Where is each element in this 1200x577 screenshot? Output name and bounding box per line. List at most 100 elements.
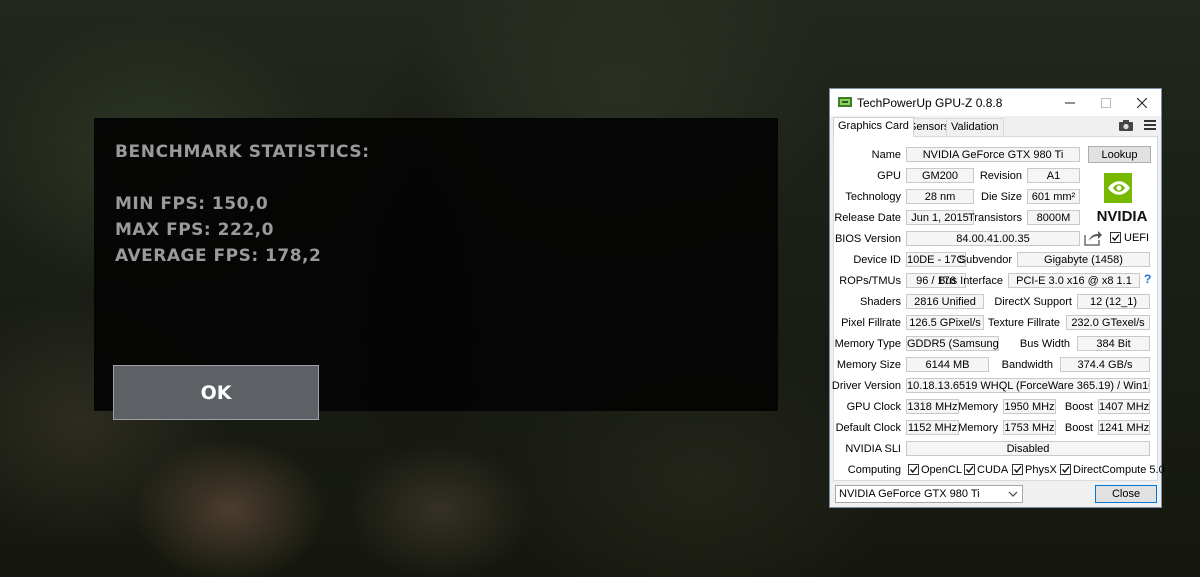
technology-label: Technology [845,191,901,203]
share-icon[interactable] [1084,230,1102,246]
nvidia-eye-icon: NVIDIA [1097,173,1148,225]
gpu-label: GPU [877,170,901,182]
default-boost-field: 1241 MHz [1098,420,1150,435]
shaders-label: Shaders [860,296,901,308]
name-field: NVIDIA GeForce GTX 980 Ti [906,147,1080,162]
directx-label: DirectX Support [994,296,1072,308]
gpu-memory-clock-field: 1950 MHz [1003,399,1056,414]
nvidia-logo: NVIDIA [1086,167,1158,225]
max-fps-stat: MAX FPS: 222,0 [115,220,274,240]
technology-field: 28 nm [906,189,974,204]
minimize-button[interactable] [1052,89,1088,116]
gpu-select-value: NVIDIA GeForce GTX 980 Ti [839,488,980,500]
opencl-label: OpenCL [921,464,962,476]
close-icon [1137,97,1147,108]
gpuz-app-icon [838,97,852,107]
pixel-fillrate-field: 126.5 GPixel/s [906,315,984,330]
driver-version-field: 10.18.13.6519 WHQL (ForceWare 365.19) / … [906,378,1150,393]
transistors-field: 8000M [1027,210,1080,225]
average-fps-stat: AVERAGE FPS: 178,2 [115,246,322,266]
device-id-label: Device ID [853,254,901,266]
physx-label: PhysX [1025,464,1057,476]
bus-interface-label: Bus Interface [938,275,1003,287]
bios-version-label: BIOS Version [834,233,901,245]
hamburger-menu-icon[interactable] [1144,119,1156,131]
bus-width-field: 384 Bit [1077,336,1150,351]
physx-checkbox[interactable] [1012,464,1023,475]
default-memory-clock-label: Memory [958,422,998,434]
gpu-field: GM200 [906,168,974,183]
uefi-checkbox[interactable] [1110,232,1121,243]
computing-label: Computing [847,464,901,476]
gpu-clock-field: 1318 MHz [906,399,959,414]
bus-interface-field: PCI-E 3.0 x16 @ x8 1.1 [1008,273,1140,288]
directcompute-checkbox[interactable] [1060,464,1071,475]
pixel-fillrate-label: Pixel Fillrate [841,317,901,329]
opencl-checkbox[interactable] [908,464,919,475]
gpu-boost-label: Boost [1064,401,1093,413]
close-window-button[interactable] [1124,89,1160,116]
graphics-card-panel: Name NVIDIA GeForce GTX 980 Ti Lookup GP… [831,136,1165,481]
default-clock-label: Default Clock [835,422,901,434]
texture-fillrate-label: Texture Fillrate [987,317,1060,329]
title-bar[interactable]: TechPowerUp GPU-Z 0.8.8 [830,89,1161,116]
benchmark-title: BENCHMARK STATISTICS: [115,142,370,162]
checkmark-icon [909,466,918,474]
revision-field: A1 [1027,168,1080,183]
checkmark-icon [965,466,974,474]
default-boost-label: Boost [1064,422,1093,434]
tab-graphics-card[interactable]: Graphics Card [833,117,914,137]
rops-tmus-label: ROPs/TMUs [839,275,901,287]
gpu-clock-label: GPU Clock [846,401,901,413]
background-character-arm [120,420,350,577]
maximize-icon [1101,97,1111,108]
help-question-icon[interactable]: ? [1144,272,1151,286]
sli-label: NVIDIA SLI [845,443,901,455]
directx-field: 12 (12_1) [1077,294,1150,309]
revision-label: Revision [979,170,1022,182]
bandwidth-label: Bandwidth [1001,359,1053,371]
default-clock-field: 1152 MHz [906,420,959,435]
shaders-field: 2816 Unified [906,294,984,309]
release-date-label: Release Date [834,212,901,224]
chevron-down-icon [1008,491,1018,497]
gpuz-window: TechPowerUp GPU-Z 0.8.8 Graphics Card Se… [829,88,1165,508]
cuda-checkbox[interactable] [964,464,975,475]
min-fps-stat: MIN FPS: 150,0 [115,194,269,214]
checkmark-icon [1111,234,1120,242]
uefi-label: UEFI [1124,232,1150,244]
device-id-field: 10DE - 17C8 [906,252,966,267]
memory-size-label: Memory Size [836,359,901,371]
nvidia-logo-text: NVIDIA [1097,208,1148,225]
bios-version-field: 84.00.41.00.35 [906,231,1080,246]
sli-field: Disabled [906,441,1150,456]
bandwidth-field: 374.4 GB/s [1060,357,1150,372]
die-size-field: 601 mm² [1027,189,1080,204]
directcompute-label: DirectCompute 5.0 [1073,464,1165,476]
tab-validation[interactable]: Validation [946,118,1004,136]
camera-icon[interactable] [1119,120,1133,131]
default-memory-clock-field: 1753 MHz [1003,420,1056,435]
gpu-boost-field: 1407 MHz [1098,399,1150,414]
gpu-memory-clock-label: Memory [958,401,998,413]
maximize-button[interactable] [1088,89,1124,116]
background-satchel [340,440,540,577]
close-button[interactable]: Close [1095,485,1157,503]
driver-version-label: Driver Version [831,380,901,392]
subvendor-label: Subvendor [958,254,1012,266]
bus-width-label: Bus Width [1019,338,1070,350]
memory-type-field: GDDR5 (Samsung) [906,336,999,351]
lookup-button[interactable]: Lookup [1088,146,1151,163]
name-label: Name [871,149,901,161]
memory-size-field: 6144 MB [906,357,989,372]
transistors-label: Transistors [968,212,1022,224]
window-title: TechPowerUp GPU-Z 0.8.8 [857,96,1003,110]
release-date-field: Jun 1, 2015 [906,210,974,225]
gpu-select-dropdown[interactable]: NVIDIA GeForce GTX 980 Ti [835,485,1023,503]
ok-button[interactable]: OK [113,365,319,420]
checkmark-icon [1013,466,1022,474]
subvendor-field: Gigabyte (1458) [1017,252,1150,267]
cuda-label: CUDA [977,464,1009,476]
die-size-label: Die Size [981,191,1022,203]
memory-type-label: Memory Type [834,338,901,350]
